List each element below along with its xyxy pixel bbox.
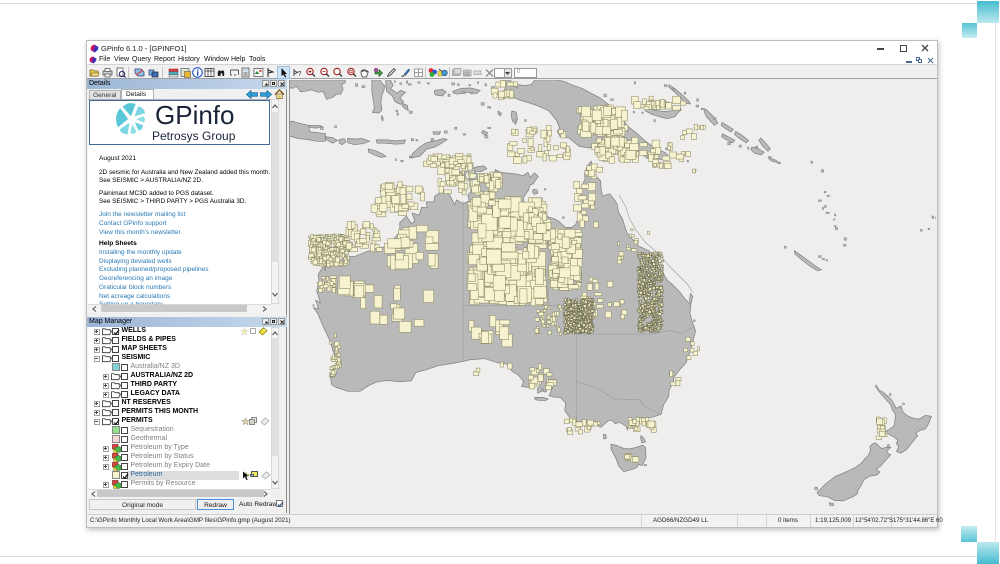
svg-text:?: ? [297,71,301,78]
